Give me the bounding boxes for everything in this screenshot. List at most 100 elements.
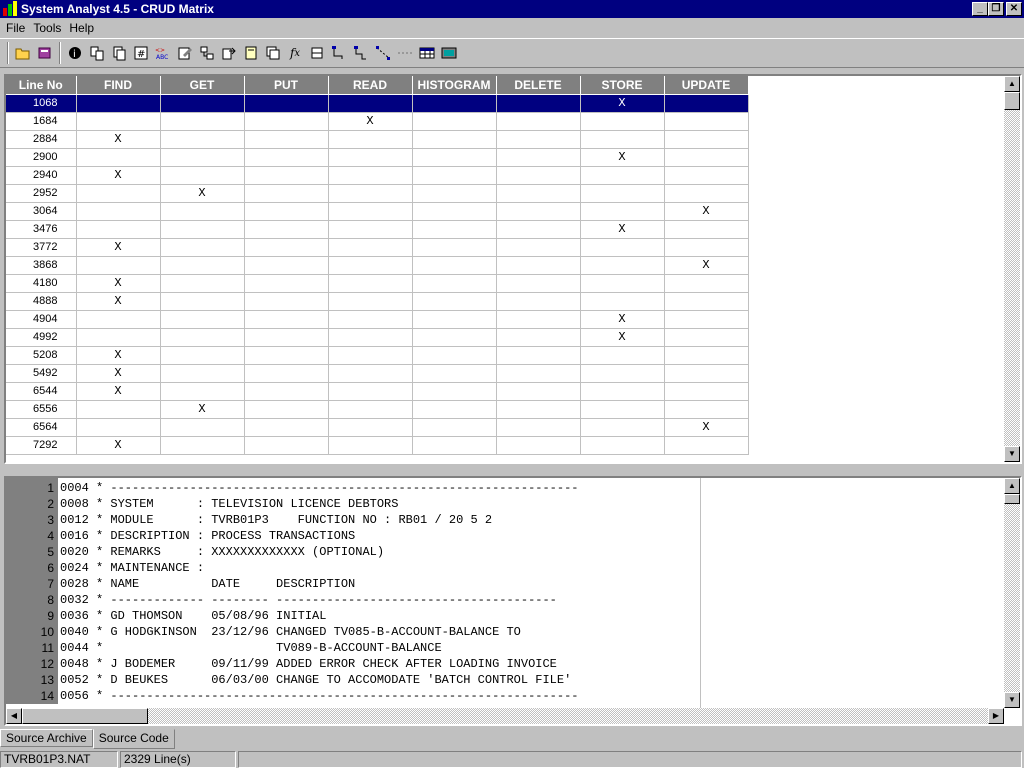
line-number-cell: 2952 [6, 184, 77, 203]
column-header[interactable]: HISTOGRAM [412, 76, 497, 95]
column-header[interactable]: GET [160, 76, 245, 95]
print-icon[interactable] [306, 42, 328, 64]
table-row[interactable]: 3476 X [6, 220, 749, 239]
export-icon[interactable] [218, 42, 240, 64]
crud-cell [328, 202, 413, 221]
scroll-right-arrow[interactable]: ▶ [988, 708, 1004, 724]
table-row[interactable]: 6544 X [6, 382, 749, 401]
column-header[interactable]: Line No [6, 76, 77, 95]
cut-copy-icon[interactable] [86, 42, 108, 64]
crud-cell [664, 292, 749, 311]
table-row[interactable]: 6556 X [6, 400, 749, 419]
scroll-down-arrow[interactable]: ▼ [1004, 446, 1020, 462]
column-header[interactable]: FIND [76, 76, 161, 95]
matrix-vertical-scrollbar[interactable]: ▲ ▼ [1004, 76, 1020, 462]
crud-cell [496, 130, 581, 149]
crud-cell: X [580, 328, 665, 347]
crud-cell [412, 292, 497, 311]
scroll-left-arrow[interactable]: ◀ [6, 708, 22, 724]
code-horizontal-scrollbar[interactable]: ◀ ▶ [6, 708, 1004, 724]
scroll-thumb[interactable] [1004, 92, 1020, 110]
flow2-icon[interactable] [350, 42, 372, 64]
tab-source-code[interactable]: Source Code [92, 729, 175, 749]
copy-icon[interactable] [108, 42, 130, 64]
column-header[interactable]: READ [328, 76, 413, 95]
path-icon[interactable] [372, 42, 394, 64]
hash-icon[interactable]: # [130, 42, 152, 64]
crud-cell [244, 400, 329, 419]
code-line-number: 1 [47, 481, 54, 495]
crud-cell: X [76, 436, 161, 455]
table-row[interactable]: 3064 X [6, 202, 749, 221]
crud-cell [244, 328, 329, 347]
menu-tools[interactable]: Tools [29, 21, 65, 35]
crud-cell [496, 382, 581, 401]
code-line-text: 0044 * TV089-B-ACCOUNT-BALANCE [60, 641, 442, 655]
table-row[interactable]: 1684 X [6, 112, 749, 131]
table-row[interactable]: 3772 X [6, 238, 749, 257]
table-row[interactable]: 7292 X [6, 436, 749, 455]
page-icon[interactable] [240, 42, 262, 64]
crud-cell [76, 256, 161, 275]
edit-icon[interactable] [174, 42, 196, 64]
code-line-text: 0008 * SYSTEM : TELEVISION LICENCE DEBTO… [60, 497, 399, 511]
menu-file[interactable]: File [2, 21, 29, 35]
info-icon[interactable]: i [64, 42, 86, 64]
crud-cell: X [664, 418, 749, 437]
column-header[interactable]: STORE [580, 76, 665, 95]
table-row[interactable]: 4888 X [6, 292, 749, 311]
diagram-icon[interactable] [196, 42, 218, 64]
table-row[interactable]: 5492 X [6, 364, 749, 383]
crud-cell [664, 130, 749, 149]
line-number-cell: 5492 [6, 364, 77, 383]
toolbar-grip [7, 42, 9, 64]
line-number-cell: 2940 [6, 166, 77, 185]
svg-text:i: i [73, 49, 76, 60]
dots-icon[interactable] [394, 42, 416, 64]
tab-source-archive[interactable]: Source Archive [0, 729, 93, 747]
table-row[interactable]: 5208 X [6, 346, 749, 365]
crud-cell [328, 382, 413, 401]
code-vertical-scrollbar[interactable]: ▲ ▼ [1004, 478, 1020, 708]
screen-icon[interactable] [438, 42, 460, 64]
table-row[interactable]: 2884 X [6, 130, 749, 149]
code-line-text: 0032 * ------------- -------- ----------… [60, 593, 557, 607]
scroll-up-arrow[interactable]: ▲ [1004, 76, 1020, 92]
flow-icon[interactable] [328, 42, 350, 64]
minimize-button[interactable]: _ [972, 2, 988, 16]
table-row[interactable]: 4904 X [6, 310, 749, 329]
table-row[interactable]: 2952 X [6, 184, 749, 203]
table-row[interactable]: 1068 X [6, 94, 749, 113]
code-line-number: 3 [47, 513, 54, 527]
scroll-thumb[interactable] [1004, 494, 1020, 504]
maximize-button[interactable]: ❐ [988, 2, 1004, 16]
scroll-down-arrow[interactable]: ▼ [1004, 692, 1020, 708]
code-line-number: 4 [47, 529, 54, 543]
function-icon[interactable]: fx [284, 42, 306, 64]
column-header[interactable]: PUT [244, 76, 329, 95]
table-row[interactable]: 2940 X [6, 166, 749, 185]
crud-cell [580, 382, 665, 401]
code-line: 1 0004 * --------------------------------… [6, 480, 700, 496]
menu-help[interactable]: Help [65, 21, 98, 35]
column-header[interactable]: UPDATE [664, 76, 749, 95]
scroll-up-arrow[interactable]: ▲ [1004, 478, 1020, 494]
table-row[interactable]: 2900 X [6, 148, 749, 167]
table-row[interactable]: 4992 X [6, 328, 749, 347]
book-icon[interactable] [34, 42, 56, 64]
scroll-thumb[interactable] [22, 708, 148, 724]
table-icon[interactable] [416, 42, 438, 64]
app-icon [2, 1, 18, 17]
table-row[interactable]: 6564 X [6, 418, 749, 437]
abc-rename-icon[interactable]: <> ABC [152, 42, 174, 64]
crud-cell [664, 238, 749, 257]
column-header[interactable]: DELETE [496, 76, 581, 95]
open-folder-icon[interactable] [12, 42, 34, 64]
crud-cell [412, 220, 497, 239]
table-row[interactable]: 4180 X [6, 274, 749, 293]
multipage-icon[interactable] [262, 42, 284, 64]
crud-cell [160, 364, 245, 383]
close-button[interactable]: ✕ [1006, 2, 1022, 16]
crud-cell [160, 418, 245, 437]
table-row[interactable]: 3868 X [6, 256, 749, 275]
